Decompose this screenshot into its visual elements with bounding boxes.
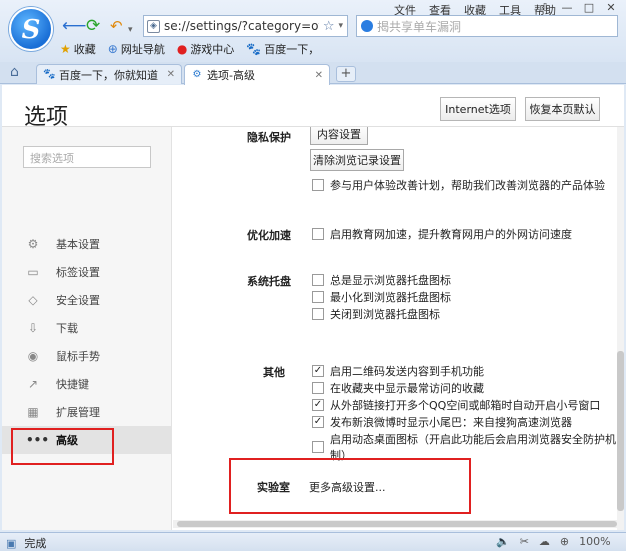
bookmark-star-icon[interactable]: ☆ xyxy=(323,19,335,34)
tray-minimize-checkbox[interactable] xyxy=(312,291,324,303)
game-icon: ● xyxy=(176,42,188,56)
frequent-favs-checkbox[interactable] xyxy=(312,382,324,394)
close-tab-icon[interactable]: ✕ xyxy=(315,70,323,81)
tray-minimize-row[interactable]: 最小化到浏览器托盘图标 xyxy=(312,289,451,305)
page-info-icon[interactable]: ◈ xyxy=(147,19,160,33)
experience-checkbox-row[interactable]: 参与用户体验改善计划，帮助我们改善浏览器的产品体验 xyxy=(312,177,605,193)
fav-collect[interactable]: ★ 收藏 xyxy=(60,41,96,57)
section-label-optimize: 优化加速 xyxy=(247,229,291,242)
sogou-logo[interactable]: S xyxy=(9,7,53,51)
zoom-icon[interactable]: ⊕ xyxy=(560,535,569,548)
search-box[interactable]: 揭共享单车漏洞 xyxy=(356,15,618,37)
page-status-icon: ▣ xyxy=(6,536,17,550)
highlight-box-advanced xyxy=(11,428,114,465)
qrcode-checkbox[interactable]: ✓ xyxy=(312,365,324,377)
cloud-icon[interactable]: ☁ xyxy=(539,535,550,548)
address-dropdown-icon[interactable]: ▾ xyxy=(338,21,347,31)
edu-accel-checkbox[interactable] xyxy=(312,228,324,240)
back-icon[interactable]: ⟵ xyxy=(62,17,86,35)
section-label-lab: 实验室 xyxy=(257,481,290,494)
section-label-tray: 系统托盘 xyxy=(247,275,291,288)
sidebar-item-tabs[interactable]: ▭ 标签设置 xyxy=(2,258,172,286)
content-settings-button[interactable]: 内容设置 xyxy=(310,127,368,145)
tray-always-checkbox[interactable] xyxy=(312,274,324,286)
sidebar-item-mouse-gesture[interactable]: ◉ 鼠标手势 xyxy=(2,342,172,370)
options-search-input[interactable]: 搜索选项 xyxy=(23,146,151,168)
weibo-tail-checkbox[interactable]: ✓ xyxy=(312,416,324,428)
sidebar-item-basic[interactable]: ⚙ 基本设置 xyxy=(2,230,172,258)
favorites-bar: ★ 收藏 ⊕ 网址导航 ● 游戏中心 🐾 百度一下， xyxy=(60,41,319,57)
tab-icon: ▭ xyxy=(27,265,39,279)
window-controls: ⇩ — □ ✕ xyxy=(538,1,618,14)
sidebar-item-security[interactable]: ◇ 安全设置 xyxy=(2,286,172,314)
baidu-paw-icon: 🐾 xyxy=(43,68,56,80)
minimize-icon[interactable]: — xyxy=(560,1,574,14)
close-window-icon[interactable]: ✕ xyxy=(604,1,618,14)
sidebar: 搜索选项 ⚙ 基本设置 ▭ 标签设置 ◇ 安全设置 ⇩ 下载 ◉ 鼠标手势 ↗ 快捷键 ▦ 扩… xyxy=(2,127,172,530)
tab-bar: ⌂ 🐾 百度一下，你就知道 ✕ ⚙ 选项-高级 ✕ + xyxy=(0,62,626,85)
gear-icon: ⚙ xyxy=(27,237,39,251)
qq-window-checkbox[interactable]: ✓ xyxy=(312,399,324,411)
fav-baidu[interactable]: 🐾 百度一下， xyxy=(246,41,319,57)
internet-options-button[interactable]: Internet选项 xyxy=(440,97,516,121)
other-qrcode-row[interactable]: ✓ 启用二维码发送内容到手机功能 xyxy=(312,363,484,379)
baidu-paw-icon: 🐾 xyxy=(246,42,262,56)
sidebar-item-extensions[interactable]: ▦ 扩展管理 xyxy=(2,398,172,426)
mouse-icon: ◉ xyxy=(27,349,39,363)
horizontal-scrollbar[interactable] xyxy=(173,520,624,528)
tray-always-row[interactable]: 总是显示浏览器托盘图标 xyxy=(312,272,451,288)
undo-icon[interactable]: ↶ xyxy=(110,17,123,35)
shortcut-icon: ↗ xyxy=(27,377,39,391)
sidebar-item-shortcuts[interactable]: ↗ 快捷键 xyxy=(2,370,172,398)
zoom-level[interactable]: 100% xyxy=(579,535,610,548)
experience-checkbox[interactable] xyxy=(312,179,324,191)
gear-icon: ⚙ xyxy=(192,69,202,80)
browser-toolbar: S 文件 查看 收藏 工具 帮助 ⇩ — □ ✕ ⟵ ⟳ ↶ ▾ ◈ se://… xyxy=(0,0,626,62)
tray-close-checkbox[interactable] xyxy=(312,308,324,320)
status-bar: ▣ 完成 🔈 ✂ ☁ ⊕ 100% xyxy=(0,532,626,551)
section-label-other: 其他 xyxy=(263,366,285,379)
close-tab-icon[interactable]: ✕ xyxy=(167,69,175,80)
horizontal-scroll-thumb[interactable] xyxy=(177,521,617,527)
url-text[interactable]: se://settings/?category=othe xyxy=(164,19,319,33)
refresh-icon[interactable]: ⟳ xyxy=(86,17,100,35)
other-weibo-tail-row[interactable]: ✓ 发布新浪微博时显示小尾巴：来自搜狗高速浏览器 xyxy=(312,414,572,430)
grid-icon: ▦ xyxy=(27,405,39,419)
restore-defaults-button[interactable]: 恢复本页默认 xyxy=(525,97,600,121)
section-label-privacy: 隐私保护 xyxy=(247,131,291,144)
dynamic-icon-checkbox[interactable] xyxy=(312,441,324,453)
globe-icon: ⊕ xyxy=(107,42,118,56)
home-icon[interactable]: ⌂ xyxy=(10,64,19,80)
search-engine-icon[interactable] xyxy=(361,20,373,32)
volume-icon[interactable]: 🔈 xyxy=(496,535,510,548)
star-icon: ★ xyxy=(60,42,71,56)
address-bar[interactable]: ◈ se://settings/?category=othe ☆ ▾ xyxy=(143,15,348,37)
sidebar-nav: ⚙ 基本设置 ▭ 标签设置 ◇ 安全设置 ⇩ 下载 ◉ 鼠标手势 ↗ 快捷键 ▦ 扩展管理 •… xyxy=(2,230,172,454)
status-text: 完成 xyxy=(24,537,47,550)
options-page: 选项 Internet选项 恢复本页默认 搜索选项 ⚙ 基本设置 ▭ 标签设置 ◇ 安… xyxy=(2,85,624,530)
settings-content: 隐私保护 内容设置 清除浏览记录设置 参与用户体验改善计划，帮助我们改善浏览器的… xyxy=(173,127,624,530)
maximize-icon[interactable]: □ xyxy=(582,1,596,14)
new-tab-button[interactable]: + xyxy=(336,66,356,82)
fav-games[interactable]: ● 游戏中心 xyxy=(177,41,234,57)
tab-baidu[interactable]: 🐾 百度一下，你就知道 ✕ xyxy=(36,64,182,84)
undo-dropdown-icon[interactable]: ▾ xyxy=(128,21,133,39)
tab-options-advanced[interactable]: ⚙ 选项-高级 ✕ xyxy=(184,64,330,85)
more-advanced-settings-link[interactable]: 更多高级设置... xyxy=(309,479,386,495)
vertical-scroll-thumb[interactable] xyxy=(617,351,624,511)
vertical-scrollbar[interactable] xyxy=(617,127,624,530)
fav-nav[interactable]: ⊕ 网址导航 xyxy=(108,41,165,57)
screenshot-icon[interactable]: ✂ xyxy=(520,535,529,548)
download-icon: ⇩ xyxy=(27,321,39,335)
edu-accel-checkbox-row[interactable]: 启用教育网加速，提升教育网用户的外网访问速度 xyxy=(312,226,572,242)
clear-history-settings-button[interactable]: 清除浏览记录设置 xyxy=(310,149,404,171)
skin-icon[interactable]: ⇩ xyxy=(538,1,552,14)
sidebar-item-download[interactable]: ⇩ 下载 xyxy=(2,314,172,342)
other-qq-window-row[interactable]: ✓ 从外部链接打开多个QQ空间或邮箱时自动开启小号窗口 xyxy=(312,397,600,413)
tray-close-row[interactable]: 关闭到浏览器托盘图标 xyxy=(312,306,440,322)
shield-icon: ◇ xyxy=(28,293,38,307)
other-frequent-favs-row[interactable]: 在收藏夹中显示最常访问的收藏 xyxy=(312,380,484,396)
search-placeholder: 揭共享单车漏洞 xyxy=(377,19,462,34)
